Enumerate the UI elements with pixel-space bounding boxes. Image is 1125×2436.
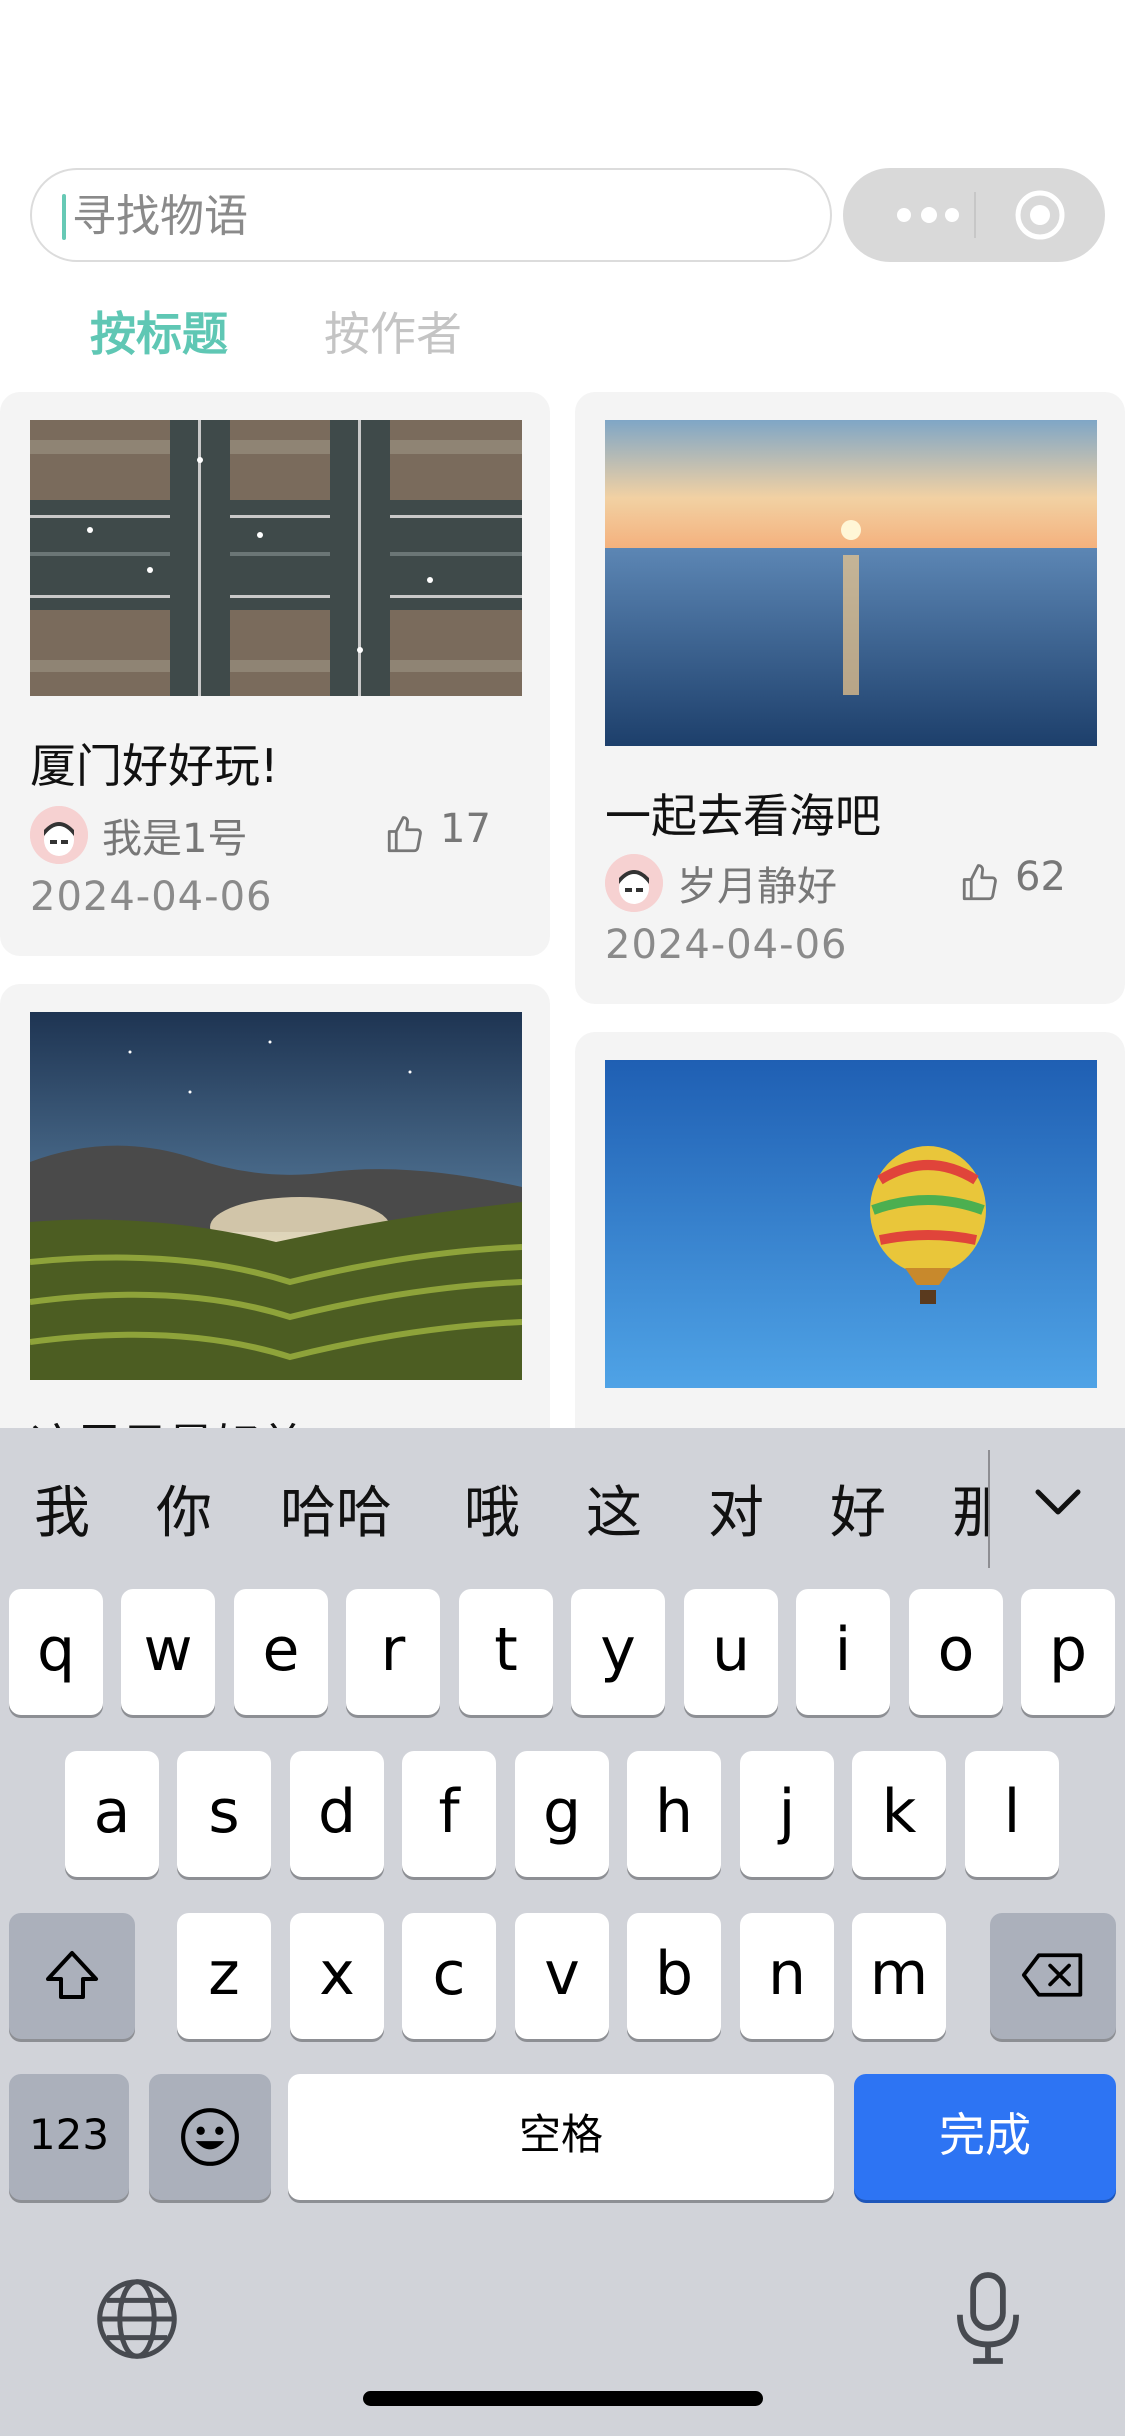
candidate-word[interactable]: 这 <box>586 1468 642 1549</box>
tab-by-title[interactable]: 按标题 <box>90 298 228 364</box>
candidate-word[interactable]: 我 <box>34 1468 90 1549</box>
candidate-word-clip: 那 <box>952 1468 988 1548</box>
key-e[interactable]: e <box>234 1589 328 1715</box>
space-key[interactable]: 空格 <box>288 2074 834 2200</box>
delete-key[interactable] <box>990 1913 1116 2039</box>
text-cursor <box>62 194 66 240</box>
post-date: 2024-04-06 <box>605 922 848 968</box>
key-a[interactable]: a <box>65 1751 159 1877</box>
author-name[interactable]: 我是1号 <box>102 806 247 864</box>
post-title: 一起去看海吧 <box>605 789 881 843</box>
candidate-word[interactable]: 那 <box>952 1468 988 1548</box>
post-card[interactable]: 一起去看海吧 岁月静好 62 2024-04-06 <box>575 392 1125 1004</box>
key-g[interactable]: g <box>515 1751 609 1877</box>
dot-icon <box>921 207 937 223</box>
key-l[interactable]: l <box>965 1751 1059 1877</box>
key-i[interactable]: i <box>796 1589 890 1715</box>
candidate-word[interactable]: 你 <box>156 1468 212 1549</box>
more-button[interactable] <box>883 168 973 262</box>
key-s[interactable]: s <box>177 1751 271 1877</box>
post-image <box>605 1060 1097 1388</box>
avatar[interactable] <box>30 806 88 864</box>
author-name[interactable]: 岁月静好 <box>677 854 837 912</box>
post-image <box>30 420 522 696</box>
candidate-word[interactable]: 哈哈 <box>280 1468 392 1549</box>
key-n[interactable]: n <box>740 1913 834 2039</box>
key-u[interactable]: u <box>684 1589 778 1715</box>
emoji-icon <box>181 2108 239 2166</box>
dot-icon <box>945 208 959 222</box>
key-r[interactable]: r <box>346 1589 440 1715</box>
candidate-word[interactable]: 好 <box>830 1468 886 1549</box>
key-h[interactable]: h <box>627 1751 721 1877</box>
thumbs-up-icon[interactable] <box>959 862 1001 904</box>
mini-program-capsule <box>843 168 1105 262</box>
avatar-icon <box>30 806 88 864</box>
shift-icon <box>46 1951 98 1999</box>
done-key[interactable]: 完成 <box>854 2074 1116 2200</box>
keyboard: 我 你 哈哈 哦 这 对 好 那 q w e r t y u i o p a s… <box>0 1428 1125 2436</box>
like-count: 17 <box>440 806 491 852</box>
close-miniprogram-icon[interactable] <box>1013 188 1067 242</box>
key-f[interactable]: f <box>402 1751 496 1877</box>
tab-by-author[interactable]: 按作者 <box>324 298 462 364</box>
capsule-divider <box>974 192 976 238</box>
key-o[interactable]: o <box>909 1589 1003 1715</box>
key-w[interactable]: w <box>121 1589 215 1715</box>
like-count: 62 <box>1015 854 1066 900</box>
home-indicator <box>363 2391 763 2406</box>
microphone-icon[interactable] <box>950 2268 1026 2368</box>
post-card[interactable]: 厦门好好玩! 我是1号 17 2024-04-06 <box>0 392 550 956</box>
key-d[interactable]: d <box>290 1751 384 1877</box>
post-image <box>30 1012 522 1380</box>
key-v[interactable]: v <box>515 1913 609 2039</box>
globe-icon[interactable] <box>94 2276 180 2362</box>
key-x[interactable]: x <box>290 1913 384 2039</box>
post-date: 2024-04-06 <box>30 874 273 920</box>
thumbs-up-icon[interactable] <box>384 814 426 856</box>
post-title: 厦门好好玩! <box>30 739 279 793</box>
chevron-down-icon[interactable] <box>1030 1474 1086 1530</box>
key-y[interactable]: y <box>571 1589 665 1715</box>
candidate-word[interactable]: 对 <box>708 1468 764 1549</box>
key-p[interactable]: p <box>1021 1589 1115 1715</box>
page: 按标题 按作者 厦门好好玩! <box>0 0 1125 2436</box>
key-m[interactable]: m <box>852 1913 946 2039</box>
candidate-word[interactable]: 哦 <box>464 1468 520 1549</box>
shift-key[interactable] <box>9 1913 135 2039</box>
key-j[interactable]: j <box>740 1751 834 1877</box>
key-c[interactable]: c <box>402 1913 496 2039</box>
candidate-divider <box>988 1450 990 1568</box>
post-image <box>605 420 1097 746</box>
emoji-key[interactable] <box>149 2074 271 2200</box>
key-b[interactable]: b <box>627 1913 721 2039</box>
key-t[interactable]: t <box>459 1589 553 1715</box>
search-box[interactable] <box>30 168 832 262</box>
key-q[interactable]: q <box>9 1589 103 1715</box>
key-k[interactable]: k <box>852 1751 946 1877</box>
avatar[interactable] <box>605 854 663 912</box>
numbers-key[interactable]: 123 <box>9 2074 129 2200</box>
backspace-icon <box>1021 1953 1083 1997</box>
dot-icon <box>897 208 911 222</box>
key-z[interactable]: z <box>177 1913 271 2039</box>
avatar-icon <box>605 854 663 912</box>
search-input[interactable] <box>70 170 814 262</box>
